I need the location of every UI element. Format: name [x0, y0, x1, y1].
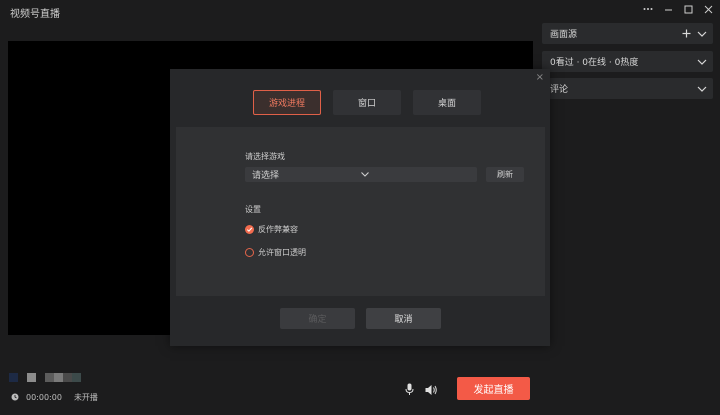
tab-window[interactable]: 窗口 [333, 90, 401, 115]
dialog-close-icon[interactable]: × [536, 73, 544, 83]
minimize-icon[interactable] [662, 2, 674, 16]
game-select[interactable]: 请选择 [245, 167, 477, 182]
select-game-label: 请选择游戏 [245, 152, 285, 161]
option-label: 允许窗口透明 [258, 248, 306, 257]
chevron-down-icon [360, 170, 470, 180]
checked-radio-icon [245, 225, 254, 234]
thumbnail[interactable] [54, 373, 63, 382]
source-picker-dialog: × 游戏进程 窗口 桌面 请选择游戏 请选择 刷新 设置 反作弊兼容 允许窗口透… [170, 69, 550, 346]
option-anti-cheat[interactable]: 反作弊兼容 [245, 224, 298, 235]
panel-row-label: 0看过 · 0在线 · 0热度 [550, 58, 639, 68]
live-duration: 00:00:00 [26, 393, 62, 402]
window-controls [642, 2, 714, 16]
close-icon[interactable] [702, 2, 714, 16]
settings-label: 设置 [245, 205, 261, 214]
tab-content: 请选择游戏 请选择 刷新 设置 反作弊兼容 允许窗口透明 [176, 127, 545, 296]
chevron-down-icon[interactable] [697, 86, 707, 92]
confirm-button[interactable]: 确定 [280, 308, 355, 329]
microphone-icon[interactable] [405, 381, 414, 400]
unchecked-radio-icon [245, 248, 254, 257]
refresh-button[interactable]: 刷新 [486, 167, 524, 182]
panel-row-label: 画面源 [550, 30, 578, 40]
maximize-icon[interactable] [682, 2, 694, 16]
tab-desktop[interactable]: 桌面 [413, 90, 481, 115]
tab-game-process[interactable]: 游戏进程 [253, 90, 321, 115]
start-live-button[interactable]: 发起直播 [457, 377, 530, 400]
more-icon[interactable] [642, 2, 654, 16]
scene-thumbnails [9, 373, 81, 382]
plus-icon[interactable] [682, 29, 691, 38]
thumbnail[interactable] [72, 373, 81, 382]
thumbnail[interactable] [63, 373, 72, 382]
thumbnail[interactable] [45, 373, 54, 382]
app-title: 视频号直播 [10, 9, 60, 20]
chevron-down-icon[interactable] [697, 59, 707, 65]
live-status-bar: 00:00:00 未开播 [11, 392, 98, 403]
cancel-button[interactable]: 取消 [366, 308, 441, 329]
thumbnail[interactable] [27, 373, 36, 382]
thumbnail[interactable] [9, 373, 18, 382]
clock-icon [11, 393, 19, 403]
panel-row-stats[interactable]: 0看过 · 0在线 · 0热度 [542, 51, 713, 72]
game-select-value: 请选择 [252, 171, 280, 181]
thumbnail[interactable] [36, 373, 45, 382]
live-status-text: 未开播 [73, 393, 98, 402]
speaker-icon[interactable] [425, 381, 438, 400]
source-tabs: 游戏进程 窗口 桌面 [253, 90, 481, 115]
panel-row-label: 评论 [550, 85, 569, 95]
chevron-down-icon[interactable] [697, 31, 707, 37]
option-label: 反作弊兼容 [258, 225, 298, 234]
thumbnail[interactable] [18, 373, 27, 382]
option-window-transparency[interactable]: 允许窗口透明 [245, 247, 306, 258]
panel-row-scene-source[interactable]: 画面源 [542, 23, 713, 44]
panel-row-comments[interactable]: 评论 [542, 78, 713, 99]
